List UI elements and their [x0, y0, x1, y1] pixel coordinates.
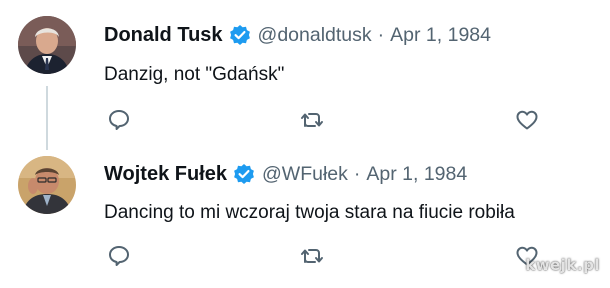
reply-icon[interactable]: [107, 108, 131, 132]
author-handle[interactable]: @WFułek: [262, 163, 348, 186]
tweet-header: Wojtek Fułek @WFułek · Apr 1, 1984: [104, 161, 467, 187]
avatar-donald-tusk[interactable]: [18, 16, 76, 74]
watermark-logo: kwejk.pl: [525, 256, 600, 274]
author-name[interactable]: Donald Tusk: [104, 24, 223, 47]
tweet-text: Dancing to mi wczoraj twoja stara na fiu…: [104, 202, 515, 223]
tweet-date[interactable]: Apr 1, 1984: [366, 163, 467, 186]
author-name[interactable]: Wojtek Fułek: [104, 163, 227, 186]
like-icon[interactable]: [515, 108, 539, 132]
tweet-date[interactable]: Apr 1, 1984: [390, 24, 491, 47]
verified-badge-icon: [233, 163, 255, 185]
thread-connector-line: [46, 86, 48, 150]
reply-icon[interactable]: [107, 244, 131, 268]
tweet-text: Danzig, not "Gdańsk": [104, 64, 285, 85]
header-separator: ·: [353, 162, 361, 185]
verified-badge-icon: [229, 24, 251, 46]
retweet-icon[interactable]: [300, 108, 324, 132]
retweet-icon[interactable]: [300, 244, 324, 268]
author-handle[interactable]: @donaldtusk: [258, 24, 372, 47]
avatar-wojtek-fulek[interactable]: [18, 156, 76, 214]
tweet-header: Donald Tusk @donaldtusk · Apr 1, 1984: [104, 22, 491, 48]
header-separator: ·: [377, 23, 385, 46]
